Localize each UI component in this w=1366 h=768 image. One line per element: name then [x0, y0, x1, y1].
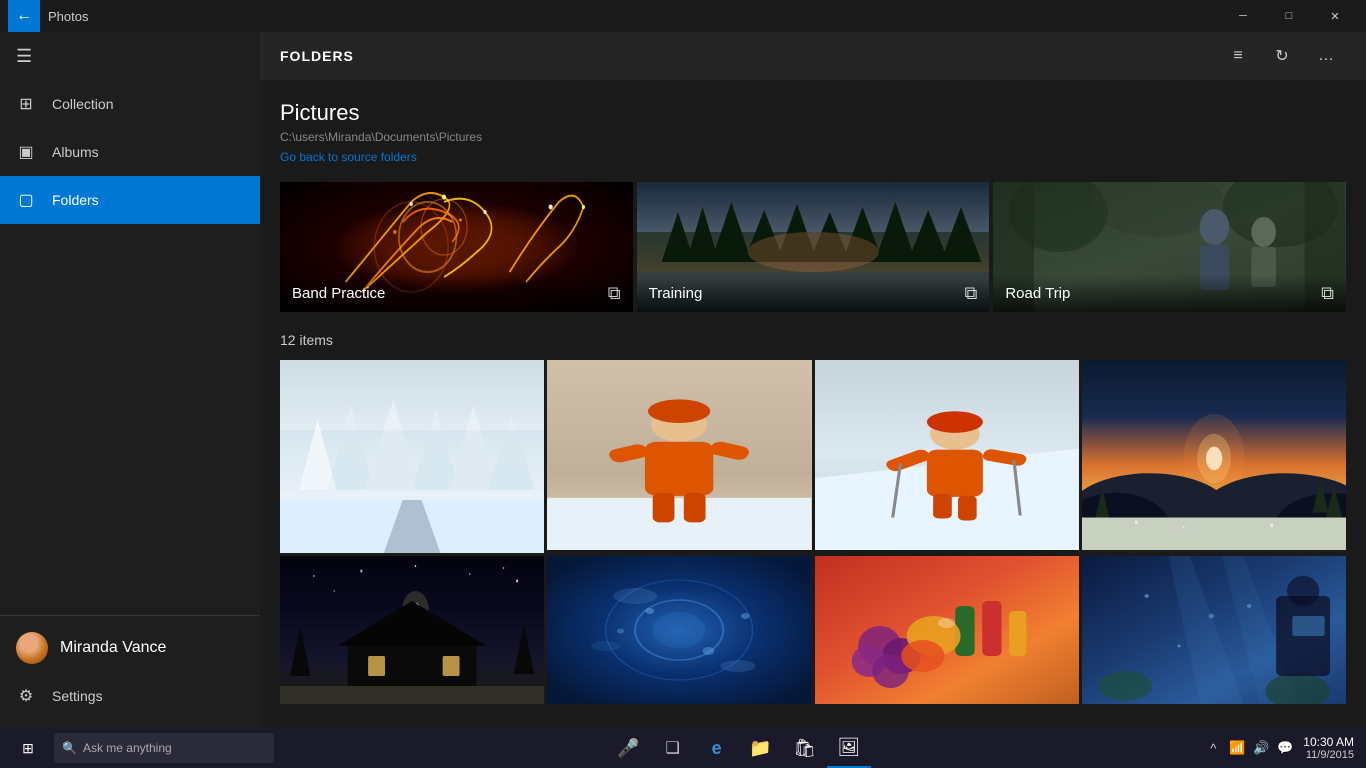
settings-label: Settings: [52, 688, 103, 704]
back-icon: ←: [16, 7, 32, 25]
sidebar-item-label-albums: Albums: [52, 144, 99, 160]
folder-name-band: Band Practice: [292, 285, 385, 302]
app-title: Photos: [48, 9, 88, 24]
avatar-image: [16, 632, 48, 664]
folder-overlay-road: Road Trip ⧉: [993, 275, 1346, 312]
refresh-button[interactable]: ↻: [1262, 38, 1302, 74]
taskbar-explorer[interactable]: 📁: [739, 728, 783, 768]
photos-icon: 🖼: [837, 737, 860, 758]
albums-icon: ▣: [16, 142, 36, 162]
folder-icon-training: ⧉: [964, 283, 977, 304]
taskbar-clock[interactable]: 10:30 AM 11/9/2015: [1303, 735, 1354, 761]
taskbar-task-view[interactable]: ❑: [651, 728, 695, 768]
toolbar: FOLDERS ≡ ↻ …: [260, 32, 1366, 80]
items-count: 12 items: [280, 332, 1346, 348]
start-button[interactable]: ⊞: [4, 728, 52, 768]
photo-item-3[interactable]: [815, 360, 1079, 550]
avatar: [16, 632, 48, 664]
folder-band-practice[interactable]: Band Practice ⧉: [280, 182, 633, 312]
sidebar-item-label-folders: Folders: [52, 192, 99, 208]
content-area: Pictures C:\users\Miranda\Documents\Pict…: [260, 80, 1366, 728]
taskbar: ⊞ 🔍 Ask me anything 🎤 ❑ e 📁 🛍 🖼 ^ 📶: [0, 728, 1366, 768]
toolbar-title: FOLDERS: [280, 48, 354, 64]
settings-icon: ⚙: [16, 686, 36, 706]
system-tray: ^ 📶 🔊 💬: [1203, 740, 1295, 756]
hamburger-button[interactable]: ☰: [0, 32, 260, 80]
collection-icon: ⊞: [16, 94, 36, 114]
mic-icon: 🎤: [617, 738, 639, 759]
title-bar: ← Photos ─ □ ✕: [0, 0, 1366, 32]
photo-item-1[interactable]: [280, 360, 544, 553]
folder-grid: Band Practice ⧉: [280, 182, 1346, 312]
folder-training[interactable]: Training ⧉: [637, 182, 990, 312]
minimize-button[interactable]: ─: [1220, 0, 1266, 32]
taskbar-store[interactable]: 🛍: [783, 728, 827, 768]
clock-date: 11/9/2015: [1303, 749, 1354, 761]
taskbar-mic[interactable]: 🎤: [607, 728, 651, 768]
maximize-button[interactable]: □: [1266, 0, 1312, 32]
close-button[interactable]: ✕: [1312, 0, 1358, 32]
taskbar-photos[interactable]: 🖼: [827, 728, 871, 768]
sidebar: ☰ ⊞ Collection ▣ Albums ▢ Folders Mirand…: [0, 32, 260, 728]
user-profile[interactable]: Miranda Vance: [0, 624, 260, 672]
user-name: Miranda Vance: [60, 639, 166, 657]
clock-time: 10:30 AM: [1303, 735, 1354, 749]
folder-icon-band: ⧉: [608, 283, 621, 304]
taskbar-search[interactable]: 🔍 Ask me anything: [54, 733, 274, 763]
pictures-header: Pictures C:\users\Miranda\Documents\Pict…: [280, 100, 1346, 166]
back-button[interactable]: ←: [8, 0, 40, 32]
search-icon: 🔍: [62, 741, 77, 755]
sidebar-footer: Miranda Vance ⚙ Settings: [0, 615, 260, 728]
title-bar-left: ← Photos: [8, 0, 88, 32]
taskbar-left: ⊞ 🔍 Ask me anything: [4, 728, 274, 768]
folder-overlay-training: Training ⧉: [637, 275, 990, 312]
toolbar-actions: ≡ ↻ …: [1218, 38, 1346, 74]
more-button[interactable]: …: [1306, 38, 1346, 74]
taskbar-apps: 🎤 ❑ e 📁 🛍 🖼: [607, 728, 871, 768]
photo-item-4[interactable]: [1082, 360, 1346, 550]
task-view-icon: ❑: [665, 738, 679, 758]
window-controls: ─ □ ✕: [1220, 0, 1358, 32]
app-body: ☰ ⊞ Collection ▣ Albums ▢ Folders Mirand…: [0, 32, 1366, 728]
photo-grid: [280, 360, 1346, 704]
photo-item-5[interactable]: [280, 556, 544, 704]
hamburger-icon: ☰: [16, 46, 32, 67]
taskbar-edge[interactable]: e: [695, 728, 739, 768]
folder-name-training: Training: [649, 285, 703, 302]
sidebar-item-folders[interactable]: ▢ Folders: [0, 176, 260, 224]
photo-item-6[interactable]: [547, 556, 811, 704]
edge-icon: e: [712, 738, 722, 759]
pictures-path: C:\users\Miranda\Documents\Pictures: [280, 130, 1346, 144]
folder-name-road: Road Trip: [1005, 285, 1070, 302]
taskbar-right: ^ 📶 🔊 💬 10:30 AM 11/9/2015: [1203, 735, 1362, 761]
folder-icon-road: ⧉: [1321, 283, 1334, 304]
message-icon[interactable]: 💬: [1275, 740, 1295, 756]
start-icon: ⊞: [22, 740, 34, 757]
network-icon[interactable]: 📶: [1227, 740, 1247, 756]
main-content: FOLDERS ≡ ↻ … Pictures C:\users\Miranda\…: [260, 32, 1366, 728]
sidebar-item-label-collection: Collection: [52, 96, 113, 112]
photo-item-8[interactable]: [1082, 556, 1346, 704]
sort-button[interactable]: ≡: [1218, 38, 1258, 74]
explorer-icon: 📁: [749, 738, 771, 759]
folder-overlay-band: Band Practice ⧉: [280, 275, 633, 312]
sidebar-nav: ⊞ Collection ▣ Albums ▢ Folders: [0, 80, 260, 615]
photo-item-7[interactable]: [815, 556, 1079, 704]
store-icon: 🛍: [793, 738, 816, 759]
sidebar-item-collection[interactable]: ⊞ Collection: [0, 80, 260, 128]
search-text: Ask me anything: [83, 741, 172, 755]
settings-item[interactable]: ⚙ Settings: [0, 672, 260, 720]
volume-icon[interactable]: 🔊: [1251, 740, 1271, 756]
pictures-title: Pictures: [280, 100, 1346, 126]
folders-icon: ▢: [16, 190, 36, 210]
photo-item-2[interactable]: [547, 360, 811, 550]
source-folders-link[interactable]: Go back to source folders: [280, 150, 417, 164]
tray-chevron[interactable]: ^: [1203, 741, 1223, 756]
sidebar-item-albums[interactable]: ▣ Albums: [0, 128, 260, 176]
folder-road-trip[interactable]: Road Trip ⧉: [993, 182, 1346, 312]
